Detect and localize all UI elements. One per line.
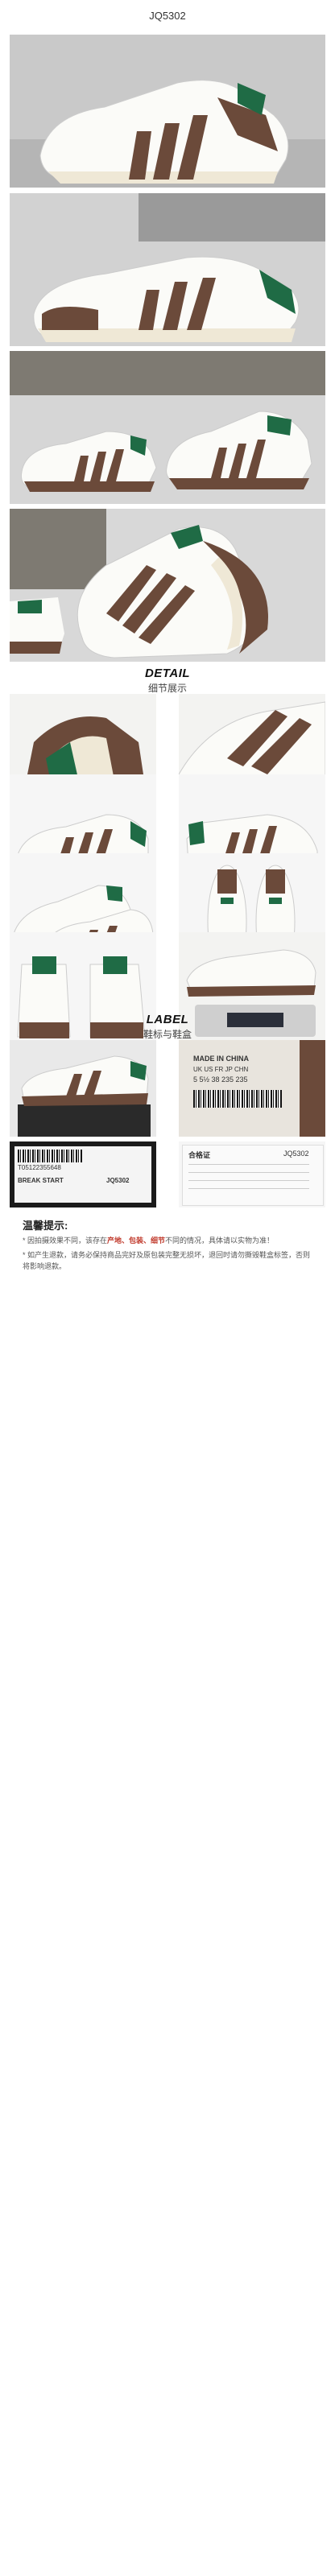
made-in-text: MADE IN CHINA <box>193 1055 249 1063</box>
hero-photo-2 <box>10 193 325 346</box>
sneaker-image <box>26 225 308 346</box>
notice-line-2: * 如产生退款，请务必保持商品完好及原包装完整无损坏，退回时请勿撕毁鞋盒标签，否… <box>23 1251 311 1270</box>
size-header-text: UK US FR JP CHN <box>193 1066 249 1073</box>
label-tile-certificate: 合格证 JQ5302 <box>179 1141 325 1208</box>
detail-section-heading: DETAIL <box>144 667 191 680</box>
box-model-name: BREAK START <box>18 1177 64 1184</box>
box-barcode <box>18 1150 82 1162</box>
notice-line-1-highlight: 产地、包装、细节 <box>107 1236 166 1245</box>
label-tile-box-label: T05122355648 BREAK START JQ5302 <box>10 1141 156 1208</box>
sneaker-image-right <box>163 399 316 496</box>
notice-line-1-post: 不同的情况，具体请以实物为准！ <box>165 1236 275 1245</box>
detail-section-subtitle: 细节展示 <box>147 683 187 694</box>
sneaker-image-left <box>18 415 163 496</box>
size-values-text: 5 5½ 38 235 235 <box>193 1075 248 1084</box>
box-product-code: JQ5302 <box>106 1177 130 1184</box>
label-section-subtitle: 鞋标与鞋盒 <box>143 1029 192 1040</box>
certificate-title: 合格证 <box>188 1151 211 1159</box>
certificate-code: JQ5302 <box>283 1150 309 1158</box>
product-code-title: JQ5302 <box>149 10 186 22</box>
sneaker-image-sole <box>58 517 292 662</box>
notice-line-1: * 因拍摄效果不同，该存在产地、包装、细节不同的情况，具体请以实物为准！ <box>23 1235 312 1246</box>
hero-photo-3 <box>10 351 325 504</box>
label-section-heading: LABEL <box>146 1013 189 1026</box>
hero-photo-4 <box>10 509 325 662</box>
sneaker-image <box>32 59 298 188</box>
notice-title: 温馨提示: <box>23 1220 68 1232</box>
label-tile-box <box>10 1040 156 1137</box>
hero-photo-1 <box>10 35 325 188</box>
notice-line-1-pre: * 因拍摄效果不同，该存在 <box>23 1236 108 1245</box>
size-tag-barcode <box>193 1090 282 1108</box>
label-tile-size-tag: MADE IN CHINA UK US FR JP CHN 5 5½ 38 23… <box>179 1040 325 1137</box>
box-barcode-number: T05122355648 <box>18 1164 61 1171</box>
shoe-on-box-image <box>10 1040 156 1137</box>
